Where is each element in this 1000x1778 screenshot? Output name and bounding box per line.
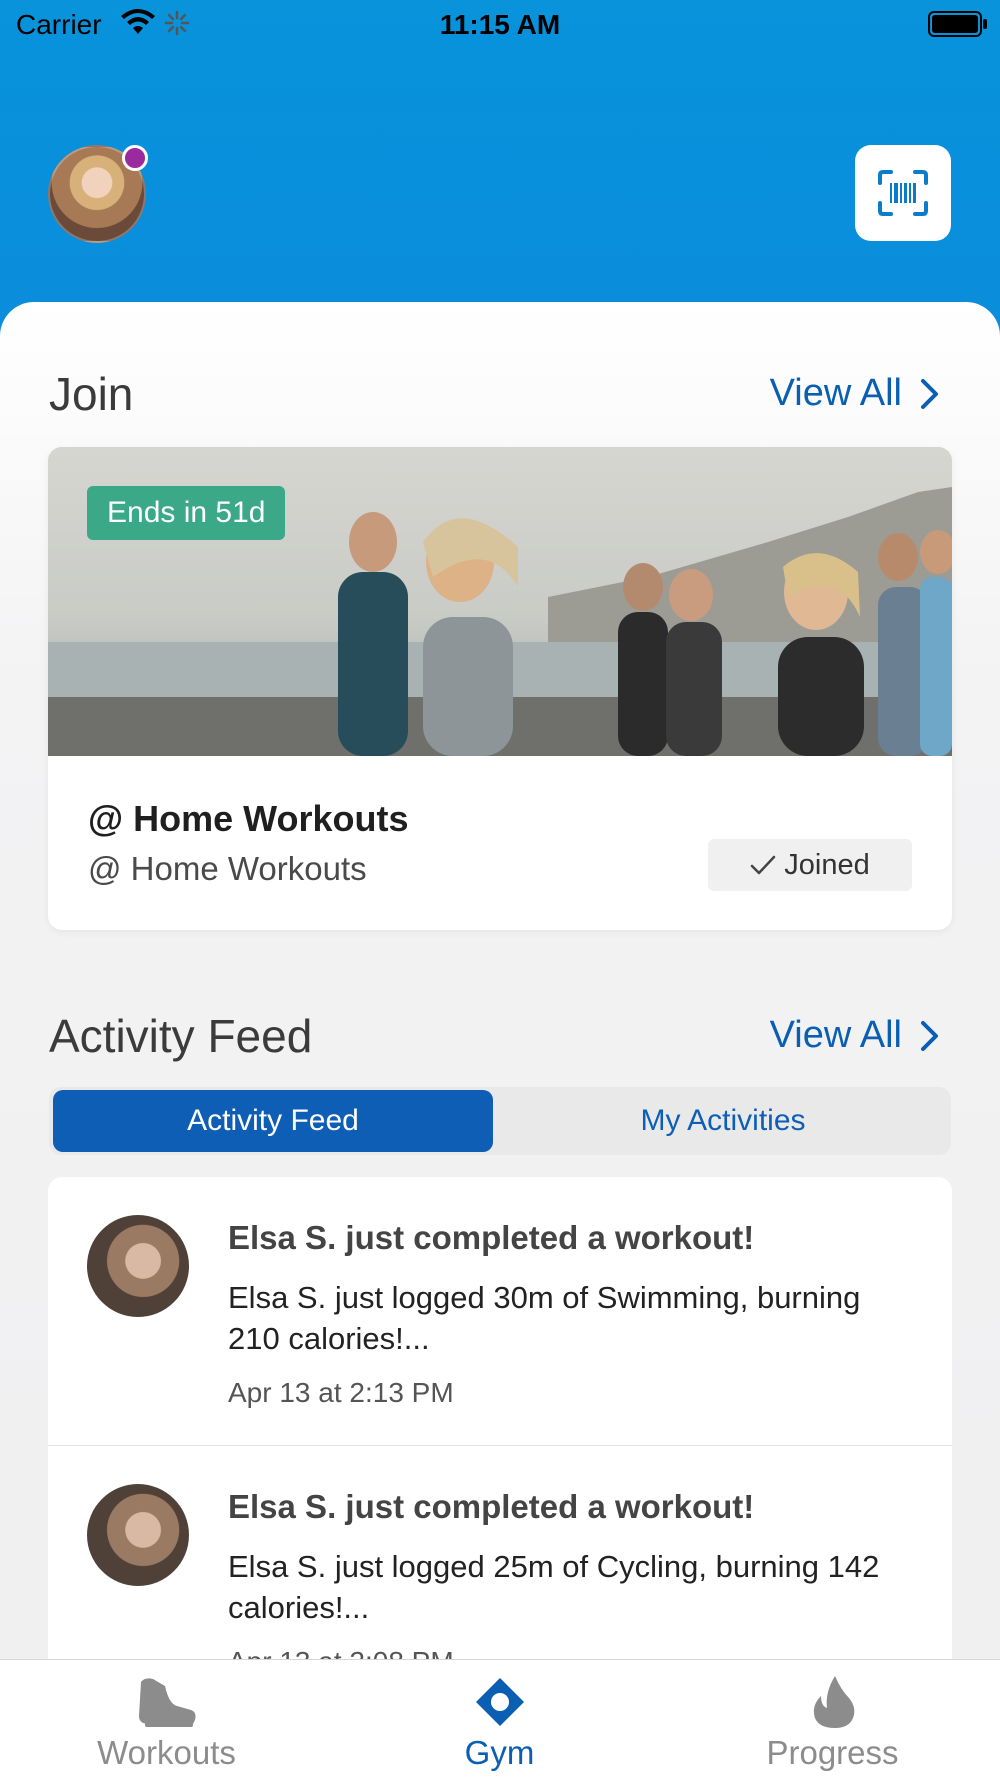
tab-label: Gym <box>464 1734 535 1771</box>
challenge-title: @ Home Workouts <box>88 798 409 839</box>
ends-in-badge: Ends in 51d <box>87 486 286 540</box>
activity-view-all-link[interactable]: View All <box>770 1014 940 1057</box>
avatar <box>87 1484 189 1586</box>
avatar <box>87 1215 189 1317</box>
view-all-label: View All <box>769 372 902 414</box>
challenge-hero-image: Ends in 51d <box>48 447 952 756</box>
notification-dot <box>122 145 148 171</box>
activity-segmented-control: Activity Feed My Activities <box>49 1087 951 1155</box>
status-time: 11:15 AM <box>439 9 561 40</box>
feed-item[interactable]: Elsa S. just completed a workout! Elsa S… <box>48 1177 952 1446</box>
flame-icon <box>813 1676 854 1728</box>
tab-label: Progress <box>766 1734 899 1771</box>
shoe-icon <box>138 1678 195 1727</box>
scan-button[interactable] <box>855 145 951 241</box>
tab-workouts[interactable]: Workouts <box>0 1660 333 1778</box>
battery-icon <box>928 11 987 37</box>
chevron-right-icon <box>921 1020 938 1051</box>
joined-label: Joined <box>784 848 870 881</box>
feed-item-title: Elsa S. just completed a workout! <box>228 1219 755 1256</box>
tab-activity-feed[interactable]: Activity Feed <box>53 1090 493 1152</box>
tab-my-activities[interactable]: My Activities <box>499 1090 947 1152</box>
barcode-scan-icon <box>878 170 928 216</box>
feed-item-body: Elsa S. just logged 30m of Swimming, bur… <box>228 1280 861 1356</box>
gym-location-icon <box>475 1678 524 1726</box>
joined-button[interactable]: Joined <box>708 839 912 891</box>
feed-item-time: Apr 13 at 2:13 PM <box>228 1377 454 1408</box>
profile-avatar-button[interactable] <box>48 145 148 243</box>
activity-feed-list: Elsa S. just completed a workout! Elsa S… <box>48 1177 952 1737</box>
challenge-card[interactable]: Ends in 51d @ Home Workouts @ Home Worko… <box>48 447 952 930</box>
view-all-label: View All <box>769 1014 902 1056</box>
feed-item-title: Elsa S. just completed a workout! <box>228 1488 755 1525</box>
tab-label: Workouts <box>97 1734 236 1771</box>
tab-progress[interactable]: Progress <box>666 1660 999 1778</box>
join-section-title: Join <box>49 368 134 420</box>
status-bar: Carrier 11:15 AM <box>0 0 1000 50</box>
chevron-right-icon <box>921 378 938 409</box>
join-view-all-link[interactable]: View All <box>770 372 940 415</box>
checkmark-icon <box>751 855 776 875</box>
challenge-subtitle: @ Home Workouts <box>88 850 367 887</box>
activity-section-title: Activity Feed <box>49 1010 313 1062</box>
feed-item-body: Elsa S. just logged 25m of Cycling, burn… <box>228 1549 880 1625</box>
tab-gym[interactable]: Gym <box>333 1660 666 1778</box>
header: Carrier 11:15 AM <box>0 0 1000 340</box>
bottom-tab-bar: Workouts Gym Progress <box>0 1659 1000 1778</box>
